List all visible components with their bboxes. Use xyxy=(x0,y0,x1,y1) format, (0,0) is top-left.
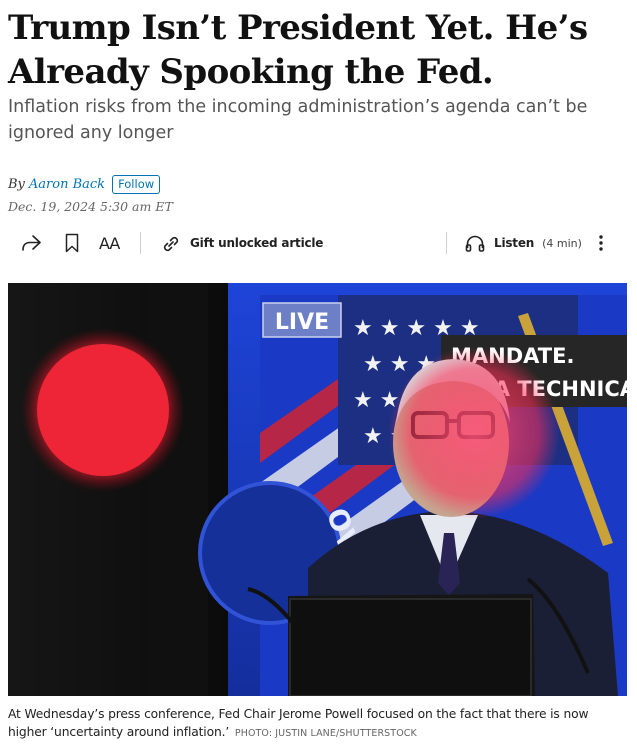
font-size-icon: AA xyxy=(99,233,120,253)
share-button[interactable] xyxy=(20,231,42,255)
byline-prefix: By xyxy=(8,176,25,192)
toolbar-divider xyxy=(140,232,141,254)
listen-label: Listen xyxy=(494,236,535,250)
more-options-icon xyxy=(596,233,606,253)
article-photo: ★ ★ ★ ★ ★ ★ ★ ★ ★ ★ ★ ★ ★ ★ ★ ★ ★ ★ ★ ★ … xyxy=(8,283,627,696)
photo-credit: PHOTO: JUSTIN LANE/SHUTTERSTOCK xyxy=(234,728,417,739)
article-page: Trump Isn’t President Yet. He’s Already … xyxy=(0,0,637,753)
author-link[interactable]: Aaron Back xyxy=(29,177,105,192)
listen-duration: (4 min) xyxy=(542,236,582,250)
photo-caption: At Wednesday’s press conference, Fed Cha… xyxy=(8,705,630,743)
more-options-button[interactable] xyxy=(596,231,606,255)
bookmark-button[interactable] xyxy=(64,231,80,255)
byline: By Aaron Back Follow xyxy=(8,173,161,195)
share-icon xyxy=(20,233,42,253)
toolbar-divider xyxy=(446,232,447,254)
gift-article-label: Gift unlocked article xyxy=(190,236,324,250)
headphones-icon xyxy=(464,233,486,253)
headline: Trump Isn’t President Yet. He’s Already … xyxy=(8,8,588,92)
dek-subheadline: Inflation risks from the incoming admini… xyxy=(8,97,588,143)
live-badge: LIVE xyxy=(275,310,329,335)
gift-article-button[interactable]: Gift unlocked article xyxy=(160,231,323,255)
bookmark-icon xyxy=(64,233,80,253)
listen-button[interactable]: Listen (4 min) xyxy=(464,231,582,255)
article-toolbar: AA Gift unlocked article Listen (4 min) xyxy=(8,226,630,260)
publish-date: Dec. 19, 2024 5:30 am ET xyxy=(8,199,173,214)
font-size-button[interactable]: AA xyxy=(99,231,120,255)
gift-link-icon xyxy=(160,233,182,253)
follow-button[interactable]: Follow xyxy=(112,174,161,194)
